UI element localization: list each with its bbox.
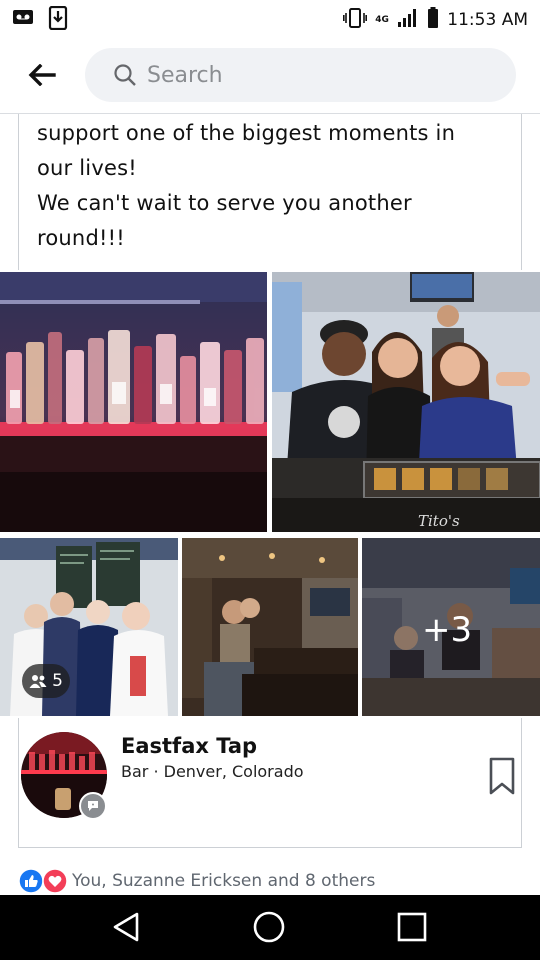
- love-icon: [42, 868, 68, 894]
- photo-man-at-bar[interactable]: [182, 538, 358, 716]
- arrow-left-icon: [28, 64, 56, 86]
- vibrate-icon: [343, 7, 368, 33]
- like-icon: [18, 868, 44, 894]
- status-bar: 4G 11:53 AM: [0, 0, 540, 36]
- photo-bar-interior-more[interactable]: +3: [362, 538, 540, 716]
- nav-recents-button[interactable]: [390, 907, 434, 947]
- back-triangle-icon: [113, 912, 139, 942]
- place-name[interactable]: Eastfax Tap: [121, 734, 257, 758]
- search-icon: [114, 64, 136, 86]
- post-text-line: round!!!: [37, 226, 125, 250]
- message-icon: [88, 801, 98, 811]
- post-text-line: our lives!: [37, 156, 137, 180]
- back-button[interactable]: [22, 58, 62, 92]
- download-icon: [48, 5, 68, 34]
- tagged-count: 5: [52, 671, 63, 691]
- nav-home-button[interactable]: [247, 907, 291, 947]
- search-placeholder: Search: [147, 62, 223, 88]
- post-text-card: support one of the biggest moments in ou…: [18, 114, 522, 270]
- post-body: support one of the biggest moments in ou…: [37, 116, 515, 256]
- post-text-line: support one of the biggest moments in: [37, 121, 456, 145]
- photo-group-at-bar[interactable]: Tito's: [272, 272, 540, 532]
- nav-back-button[interactable]: [104, 907, 148, 947]
- more-photos-count: +3: [422, 610, 473, 650]
- people-icon: [29, 675, 47, 688]
- signal-icon: [397, 8, 419, 32]
- network-type: 4G: [375, 14, 389, 25]
- app-bar: Search: [0, 36, 540, 114]
- voicemail-icon: [12, 6, 34, 34]
- tagged-people-badge: 5: [22, 664, 70, 698]
- titos-sign: Tito's: [418, 512, 460, 530]
- reactions-summary[interactable]: You, Suzanne Ericksen and 8 others: [18, 868, 375, 894]
- status-time: 11:53 AM: [447, 10, 528, 30]
- reaction-text[interactable]: You, Suzanne Ericksen and 8 others: [72, 871, 375, 891]
- reaction-icons: [18, 868, 68, 894]
- home-circle-icon: [253, 911, 285, 943]
- save-button[interactable]: [487, 756, 517, 796]
- battery-icon: [427, 7, 439, 33]
- place-card[interactable]: Eastfax Tap Bar · Denver, Colorado: [18, 718, 522, 848]
- bookmark-icon: [489, 757, 515, 795]
- photo-four-people[interactable]: 5: [0, 538, 178, 716]
- recents-square-icon: [397, 912, 427, 942]
- place-message-badge: [79, 792, 107, 820]
- search-input[interactable]: Search: [85, 48, 516, 102]
- photo-bar-shelf[interactable]: [0, 272, 267, 532]
- system-nav-bar: [0, 895, 540, 960]
- post-text-line: We can't wait to serve you another: [37, 191, 412, 215]
- place-category-location: Bar · Denver, Colorado: [121, 762, 304, 781]
